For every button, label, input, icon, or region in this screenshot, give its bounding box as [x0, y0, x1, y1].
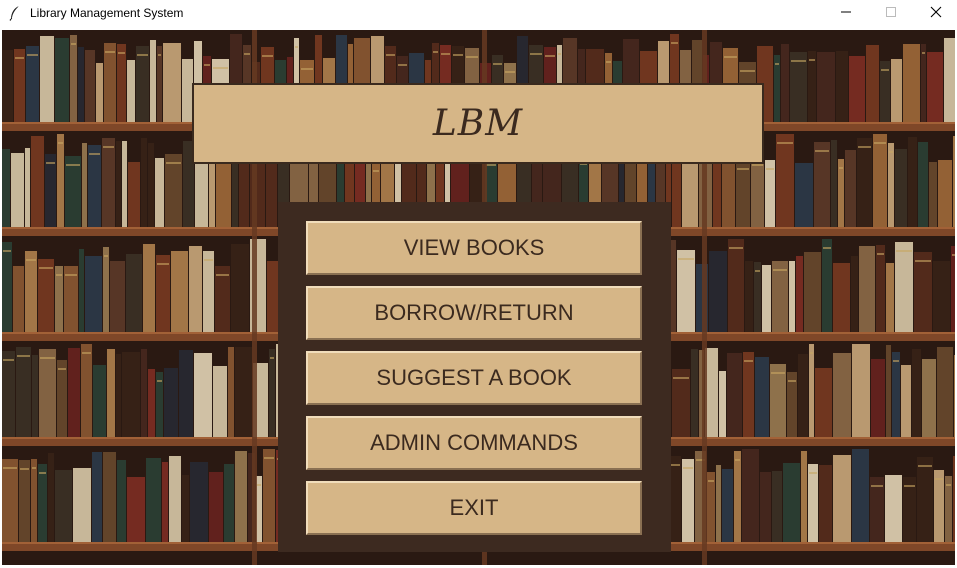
suggest-book-button[interactable]: SUGGEST A BOOK — [306, 351, 642, 405]
view-books-button[interactable]: VIEW BOOKS — [306, 221, 642, 275]
close-button[interactable] — [913, 0, 957, 28]
main-menu-panel: VIEW BOOKS BORROW/RETURN SUGGEST A BOOK … — [278, 202, 671, 552]
minimize-button[interactable] — [823, 0, 869, 28]
feather-icon — [8, 5, 22, 21]
minimize-icon — [840, 5, 852, 23]
exit-button[interactable]: EXIT — [306, 481, 642, 535]
app-window: Library Management System LBM VIEW BOOKS… — [0, 0, 957, 568]
app-logo-title: LBM — [432, 103, 524, 144]
maximize-button[interactable] — [868, 0, 914, 28]
maximize-icon — [885, 5, 897, 23]
window-title: Library Management System — [30, 6, 184, 20]
close-icon — [930, 5, 942, 23]
title-bar[interactable]: Library Management System — [0, 0, 957, 28]
admin-commands-button[interactable]: ADMIN COMMANDS — [306, 416, 642, 470]
header-banner: LBM — [192, 83, 764, 164]
borrow-return-button[interactable]: BORROW/RETURN — [306, 286, 642, 340]
